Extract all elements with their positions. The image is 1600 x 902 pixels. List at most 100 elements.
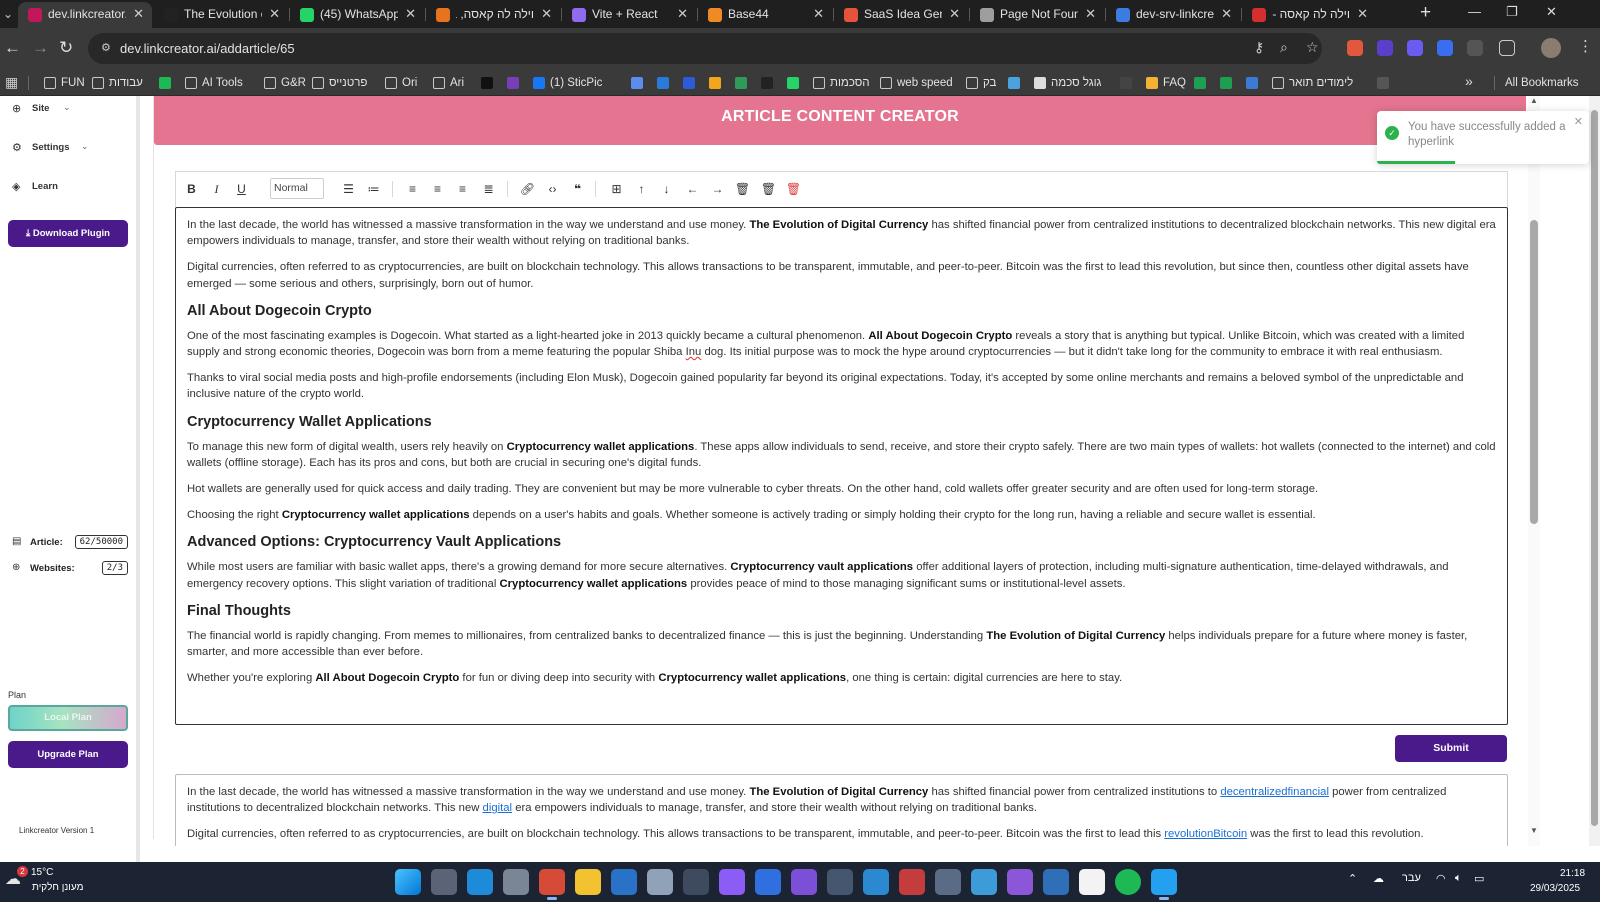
browser-tab[interactable]: dev-srv-linkcreato ✕ [1106, 2, 1240, 28]
align-right-icon[interactable]: ≡ [452, 179, 473, 199]
todo-icon[interactable] [755, 869, 781, 895]
all-bookmarks-button[interactable]: All Bookmarks [1505, 70, 1579, 96]
browser-tab[interactable]: וילה לה קאסה, בט ✕ [426, 2, 560, 28]
media-icon[interactable] [791, 869, 817, 895]
app-box-icon[interactable] [863, 869, 889, 895]
wifi-icon[interactable]: ◠ [1436, 872, 1446, 885]
task-view-icon[interactable] [431, 869, 457, 895]
delete-table-icon[interactable]: 🗑︎ [783, 179, 804, 199]
inserted-hyperlink[interactable]: revolutionBitcoin [1164, 828, 1247, 840]
align-left-icon[interactable]: ≡ [402, 179, 423, 199]
tab-close-icon[interactable]: ✕ [269, 6, 280, 22]
upgrade-plan-button[interactable]: Upgrade Plan [8, 741, 128, 768]
download-plugin-button[interactable]: ⤓ Download Plugin [8, 220, 128, 247]
italic-icon[interactable]: I [206, 179, 227, 199]
app-circle-icon[interactable] [683, 869, 709, 895]
clipchamp-icon[interactable] [719, 869, 745, 895]
arrow-down-icon[interactable]: ↓ [656, 179, 677, 199]
quote-icon[interactable]: ❝ [567, 179, 588, 199]
link-icon[interactable]: 🔗︎ [517, 179, 538, 199]
minimize-icon[interactable]: — [1468, 4, 1481, 19]
extension-4-icon[interactable] [1437, 40, 1453, 56]
weather-description[interactable]: מעונן חלקית [32, 882, 83, 893]
browser-tab[interactable]: The Evolution of D ✕ [154, 2, 288, 28]
browser-tab[interactable]: וילה לה קאסה - ויי ✕ [1242, 2, 1376, 28]
bold-icon[interactable]: B [181, 179, 202, 199]
address-bar[interactable]: ⚙ dev.linkcreator.ai/addarticle/65 ⚷ ⌕ ☆ [88, 33, 1322, 64]
inserted-hyperlink[interactable]: digital [483, 802, 513, 814]
onedrive-icon[interactable]: ☁ [1373, 872, 1384, 885]
numbered-list-icon[interactable]: ≔ [363, 179, 384, 199]
profile-avatar[interactable] [1541, 38, 1561, 58]
tab-close-icon[interactable]: ✕ [541, 6, 552, 22]
tab-close-icon[interactable]: ✕ [813, 6, 824, 22]
extensions-puzzle-icon[interactable] [1499, 40, 1515, 56]
notion-icon[interactable] [1079, 869, 1105, 895]
tab-close-icon[interactable]: ✕ [405, 6, 416, 22]
extension-3-icon[interactable] [1407, 40, 1423, 56]
apps-grid-icon[interactable]: ▦ [5, 74, 18, 91]
clock-date[interactable]: 29/03/2025 [1530, 883, 1580, 894]
app-shield-icon[interactable] [1043, 869, 1069, 895]
content-scrollbar[interactable]: ▲ ▼ [1528, 96, 1540, 846]
url-text[interactable]: dev.linkcreator.ai/addarticle/65 [120, 41, 295, 56]
battery-icon[interactable]: ▭ [1474, 872, 1484, 885]
tab-close-icon[interactable]: ✕ [677, 6, 688, 22]
weather-temperature[interactable]: 15°C [31, 867, 53, 878]
github-desktop-icon[interactable] [1007, 869, 1033, 895]
browser-tab[interactable]: Base44 ✕ [698, 2, 832, 28]
extension-1-icon[interactable] [1347, 40, 1363, 56]
arrow-left-icon[interactable]: ← [682, 179, 703, 199]
calculator-icon[interactable] [503, 869, 529, 895]
database-icon[interactable] [935, 869, 961, 895]
cursor-app-icon[interactable] [971, 869, 997, 895]
site-info-icon[interactable]: ⚙ [101, 41, 115, 54]
file-explorer-icon[interactable] [575, 869, 601, 895]
forward-icon[interactable]: → [32, 38, 49, 58]
tray-overflow-icon[interactable]: ⌃ [1348, 872, 1357, 885]
page-scrollbar[interactable] [1589, 96, 1600, 846]
settings-icon[interactable] [647, 869, 673, 895]
delete-row-icon[interactable]: 🗑︎ [732, 179, 753, 199]
inserted-hyperlink[interactable]: decentralizedfinancial [1220, 786, 1329, 798]
browser-tab[interactable]: (45) WhatsApp ✕ [290, 2, 424, 28]
scroll-down-icon[interactable]: ▼ [1530, 826, 1538, 835]
browser-menu-icon[interactable]: ⋮ [1578, 37, 1593, 55]
browser-tab[interactable]: dev.linkcreator.ai/ ✕ [18, 2, 152, 28]
tab-close-icon[interactable]: ✕ [1357, 6, 1368, 22]
restore-icon[interactable]: ❐ [1506, 4, 1518, 20]
edge-icon[interactable] [467, 869, 493, 895]
scroll-up-icon[interactable]: ▲ [1530, 96, 1538, 105]
tab-close-icon[interactable]: ✕ [949, 6, 960, 22]
tab-close-icon[interactable]: ✕ [1085, 6, 1096, 22]
tab-search-icon[interactable]: ⌄ [0, 3, 16, 25]
browser-tab[interactable]: Page Not Found ✕ [970, 2, 1104, 28]
submit-button[interactable]: Submit [1395, 735, 1507, 762]
extension-2-icon[interactable] [1377, 40, 1393, 56]
text-format-select[interactable]: Normal [270, 178, 324, 199]
password-key-icon[interactable]: ⚷ [1254, 39, 1264, 56]
volume-mute-icon[interactable]: 🔈︎ [1455, 872, 1462, 885]
spotify-icon[interactable] [1115, 869, 1141, 895]
extension-5-icon[interactable] [1467, 40, 1483, 56]
clock-time[interactable]: 21:18 [1560, 868, 1585, 879]
tab-close-icon[interactable]: ✕ [1221, 6, 1232, 22]
more-bookmarks-icon[interactable]: » [1465, 73, 1473, 89]
page-scroll-thumb[interactable] [1591, 110, 1598, 826]
article-editor[interactable]: In the last decade, the world has witnes… [175, 207, 1508, 725]
zoom-icon[interactable]: ⌕ [1280, 39, 1288, 56]
start-icon[interactable] [395, 869, 421, 895]
align-justify-icon[interactable]: ≣ [478, 179, 499, 199]
input-language[interactable]: עבר [1402, 872, 1421, 884]
reload-icon[interactable]: ↻ [59, 38, 73, 58]
arrow-up-icon[interactable]: ↑ [631, 179, 652, 199]
app-tool-icon[interactable] [827, 869, 853, 895]
close-icon[interactable]: ✕ [1574, 115, 1583, 128]
align-center-icon[interactable]: ≡ [427, 179, 448, 199]
bullet-list-icon[interactable]: ☰ [338, 179, 359, 199]
bookmark-star-icon[interactable]: ☆ [1306, 39, 1319, 56]
back-icon[interactable]: ← [4, 38, 21, 58]
vscode-icon[interactable] [1151, 869, 1177, 900]
scroll-thumb[interactable] [1530, 220, 1538, 524]
arrow-right-icon[interactable]: → [707, 179, 728, 199]
